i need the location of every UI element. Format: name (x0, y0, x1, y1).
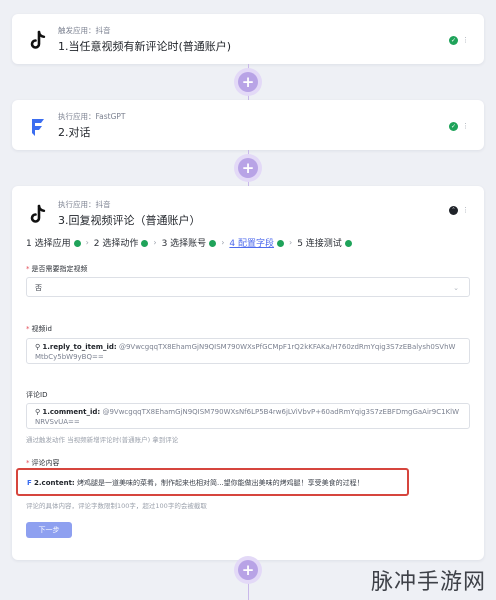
done-check-icon (73, 240, 81, 247)
video-id-label: * 视频id (26, 325, 52, 333)
more-icon[interactable]: ⋮ (462, 122, 470, 130)
step-title: 1.当任意视频有新评论时(普通账户) (58, 40, 232, 53)
next-step-button[interactable]: 下一步 (26, 522, 72, 538)
done-check-icon (276, 240, 284, 247)
done-check-icon (344, 240, 352, 247)
chevron-right-icon: › (288, 238, 293, 247)
comment-content-label: * 评论内容 (26, 459, 60, 467)
done-check-icon (209, 240, 217, 247)
variable-token[interactable]: ⚲ 1.reply_to_item_id: @9VwcgqqTX8EhamGjN… (35, 343, 455, 361)
douyin-logo-icon (30, 204, 46, 223)
specify-video-label: * 是否需要指定视频 (26, 265, 88, 273)
highlight-box (16, 468, 409, 496)
add-step-button[interactable]: + (238, 158, 258, 178)
variable-token[interactable]: ⚲ 1.comment_id: @9VwcgqqTX8EhamGjN9QISM7… (35, 408, 459, 426)
add-step-button[interactable]: + (238, 72, 258, 92)
stepper-item-select-action[interactable]: 2 选择动作 (94, 236, 149, 249)
chevron-right-icon: › (221, 238, 225, 247)
collapse-icon[interactable]: ⌃ (449, 206, 458, 215)
watermark: 脉冲手游网 (370, 570, 486, 595)
chevron-right-icon: › (153, 238, 157, 247)
stepper-item-connection-test[interactable]: 5 连接测试 (297, 236, 352, 249)
stepper-item-select-app[interactable]: 1 选择应用 (26, 236, 81, 249)
specify-video-select[interactable]: 否 ⌄ (26, 277, 470, 297)
comment-content-hint: 评论的具体内容，评论字数限制100字，超过100字的会被截取 (26, 502, 207, 510)
fastgpt-logo-icon (32, 119, 44, 136)
more-icon[interactable]: ⋮ (462, 206, 470, 214)
chevron-right-icon: › (85, 238, 89, 247)
add-step-button[interactable]: + (238, 560, 258, 580)
success-check-icon: ✓ (449, 122, 458, 131)
comment-id-label: 评论ID (26, 391, 48, 399)
douyin-logo-icon (30, 30, 46, 49)
step-title: 2.对话 (58, 126, 91, 139)
app-label: 执行应用：FastGPT (58, 112, 126, 121)
step-progress: 1 选择应用 › 2 选择动作 › 3 选择账号 › 4 配置字段 › 5 连接… (26, 236, 352, 249)
stepper-item-config-fields[interactable]: 4 配置字段 (229, 236, 284, 249)
step-title: 3.回复视频评论（普通账户） (58, 214, 201, 227)
comment-id-field[interactable]: ⚲ 1.comment_id: @9VwcgqqTX8EhamGjN9QISM7… (26, 403, 470, 429)
step-card-trigger[interactable]: 触发应用：抖音 1.当任意视频有新评论时(普通账户) ✓ ⋮ (12, 14, 484, 64)
chevron-down-icon: ⌄ (453, 284, 459, 292)
comment-id-hint: 通过触发动作 当视频新增评论时(普通账户) 拿到评论 (26, 436, 179, 444)
more-icon[interactable]: ⋮ (462, 36, 470, 44)
stepper-item-select-account[interactable]: 3 选择账号 (162, 236, 217, 249)
success-check-icon: ✓ (449, 36, 458, 45)
done-check-icon (141, 240, 149, 247)
step-card-fastgpt[interactable]: 执行应用：FastGPT 2.对话 ✓ ⋮ (12, 100, 484, 150)
app-label: 执行应用：抖音 (58, 200, 111, 209)
app-label: 触发应用：抖音 (58, 26, 111, 35)
video-id-field[interactable]: ⚲ 1.reply_to_item_id: @9VwcgqqTX8EhamGjN… (26, 338, 470, 364)
